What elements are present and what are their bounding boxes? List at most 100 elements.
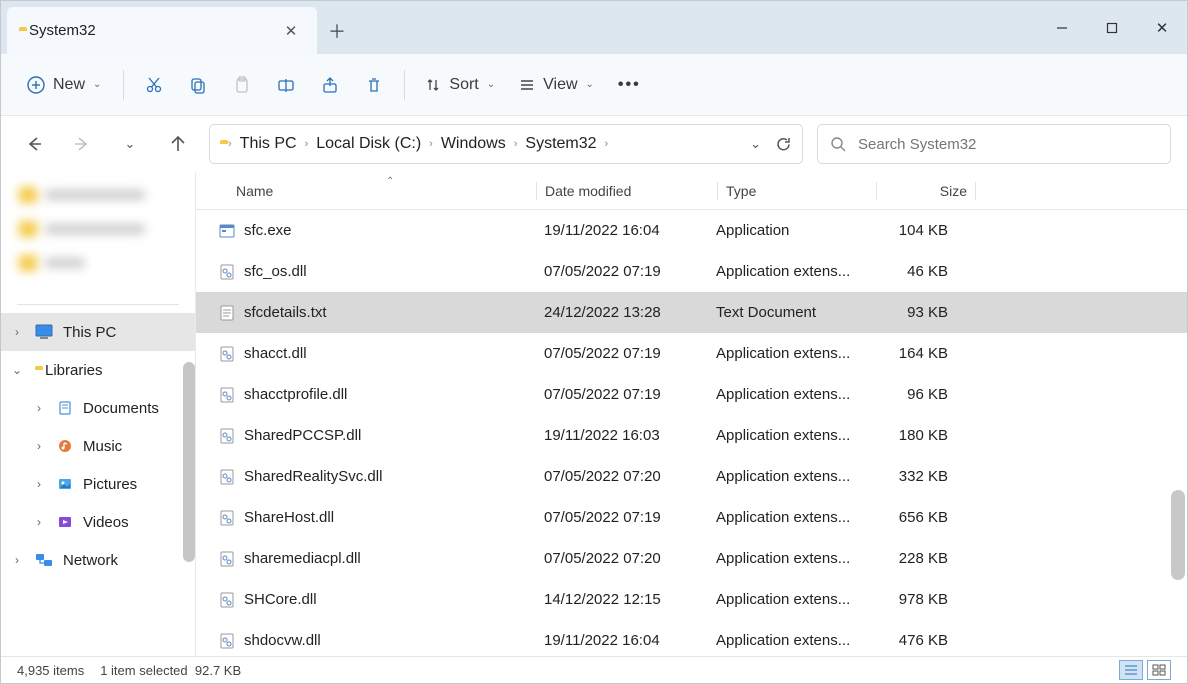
nav-this-pc[interactable]: › This PC <box>1 313 195 351</box>
title-bar: System32 ✕ ＋ ✕ <box>1 1 1187 54</box>
breadcrumb[interactable]: Local Disk (C:)› <box>316 135 433 153</box>
file-scrollbar[interactable] <box>1171 490 1185 580</box>
copy-button[interactable] <box>178 65 218 105</box>
file-name: sharemediacpl.dll <box>244 550 544 567</box>
sort-button[interactable]: Sort ⌄ <box>415 65 505 105</box>
column-header: ⌃ Name Date modified Type Size <box>196 172 1187 210</box>
file-type: Application extens... <box>716 345 866 362</box>
file-row[interactable]: ShareHost.dll07/05/2022 07:19Application… <box>196 497 1187 538</box>
nav-videos[interactable]: › Videos <box>1 503 195 541</box>
file-icon <box>216 261 238 283</box>
nav-music[interactable]: › Music <box>1 427 195 465</box>
file-type: Text Document <box>716 304 866 321</box>
file-list[interactable]: sfc.exe19/11/2022 16:04Application104 KB… <box>196 210 1187 656</box>
file-date: 07/05/2022 07:19 <box>544 263 716 280</box>
documents-icon <box>57 400 73 416</box>
search-input[interactable] <box>858 136 1158 153</box>
sort-label: Sort <box>449 76 478 94</box>
search-bar[interactable] <box>817 124 1171 164</box>
recent-button[interactable]: ⌄ <box>113 127 147 161</box>
chevron-down-icon[interactable]: ⌄ <box>9 363 25 377</box>
up-button[interactable] <box>161 127 195 161</box>
quick-access-blurred <box>1 176 195 296</box>
paste-button[interactable] <box>222 65 262 105</box>
file-date: 07/05/2022 07:19 <box>544 386 716 403</box>
nav-pictures[interactable]: › Pictures <box>1 465 195 503</box>
back-button[interactable] <box>17 127 51 161</box>
file-icon <box>216 302 238 324</box>
file-size: 93 KB <box>866 304 956 321</box>
chevron-right-icon[interactable]: › <box>9 325 25 339</box>
close-window-button[interactable]: ✕ <box>1137 1 1187 54</box>
address-row: ⌄ › This PC› Local Disk (C:)› Windows› S… <box>1 116 1187 172</box>
chevron-right-icon[interactable]: › <box>31 477 47 491</box>
chevron-right-icon[interactable]: › <box>31 401 47 415</box>
new-button[interactable]: New ⌄ <box>15 65 113 105</box>
pc-icon <box>35 324 53 340</box>
close-tab-button[interactable]: ✕ <box>277 17 305 45</box>
chevron-down-icon[interactable]: ⌄ <box>750 136 761 152</box>
nav-libraries[interactable]: ⌄ Libraries <box>1 351 195 389</box>
refresh-icon[interactable] <box>775 136 792 153</box>
minimize-button[interactable] <box>1037 1 1087 54</box>
share-button[interactable] <box>310 65 350 105</box>
tab-system32[interactable]: System32 ✕ <box>7 7 317 54</box>
file-size: 104 KB <box>866 222 956 239</box>
breadcrumb[interactable]: System32› <box>525 135 608 153</box>
breadcrumb[interactable]: Windows› <box>441 135 518 153</box>
chevron-right-icon[interactable]: › <box>31 515 47 529</box>
sort-indicator-icon: ⌃ <box>386 176 394 187</box>
chevron-right-icon[interactable]: › <box>31 439 47 453</box>
file-size: 164 KB <box>866 345 956 362</box>
column-size[interactable]: Size <box>885 183 975 199</box>
details-view-button[interactable] <box>1119 660 1143 680</box>
maximize-button[interactable] <box>1087 1 1137 54</box>
file-row[interactable]: shacct.dll07/05/2022 07:19Application ex… <box>196 333 1187 374</box>
delete-button[interactable] <box>354 65 394 105</box>
forward-button[interactable] <box>65 127 99 161</box>
window-controls: ✕ <box>1037 1 1187 54</box>
rename-button[interactable] <box>266 65 306 105</box>
nav-scrollbar[interactable] <box>183 362 195 562</box>
file-row[interactable]: sfcdetails.txt24/12/2022 13:28Text Docum… <box>196 292 1187 333</box>
chevron-right-icon: › <box>429 138 433 150</box>
list-icon <box>519 77 535 93</box>
file-date: 19/11/2022 16:04 <box>544 222 716 239</box>
file-size: 228 KB <box>866 550 956 567</box>
arrow-right-icon <box>73 135 91 153</box>
nav-documents[interactable]: › Documents <box>1 389 195 427</box>
scissors-icon <box>145 76 163 94</box>
thumb-view-button[interactable] <box>1147 660 1171 680</box>
file-row[interactable]: SHCore.dll14/12/2022 12:15Application ex… <box>196 579 1187 620</box>
new-tab-button[interactable]: ＋ <box>317 7 357 54</box>
arrow-left-icon <box>25 135 43 153</box>
nav-network[interactable]: › Network <box>1 541 195 579</box>
file-size: 978 KB <box>866 591 956 608</box>
column-date[interactable]: Date modified <box>545 183 717 199</box>
file-row[interactable]: shacctprofile.dll07/05/2022 07:19Applica… <box>196 374 1187 415</box>
file-name: sfc.exe <box>244 222 544 239</box>
view-button[interactable]: View ⌄ <box>509 65 604 105</box>
file-date: 19/11/2022 16:03 <box>544 427 716 444</box>
cut-button[interactable] <box>134 65 174 105</box>
file-row[interactable]: sharemediacpl.dll07/05/2022 07:20Applica… <box>196 538 1187 579</box>
breadcrumb[interactable]: This PC› <box>240 135 309 153</box>
file-row[interactable]: SharedPCCSP.dll19/11/2022 16:03Applicati… <box>196 415 1187 456</box>
share-icon <box>321 76 339 94</box>
file-row[interactable]: shdocvw.dll19/11/2022 16:04Application e… <box>196 620 1187 656</box>
list-icon <box>1124 664 1138 676</box>
file-name: ShareHost.dll <box>244 509 544 526</box>
column-type[interactable]: Type <box>726 183 876 199</box>
file-row[interactable]: sfc_os.dll07/05/2022 07:19Application ex… <box>196 251 1187 292</box>
new-label: New <box>53 76 85 94</box>
more-button[interactable]: ••• <box>608 65 651 105</box>
address-bar[interactable]: › This PC› Local Disk (C:)› Windows› Sys… <box>209 124 803 164</box>
file-type: Application <box>716 222 866 239</box>
chevron-right-icon[interactable]: › <box>9 553 25 567</box>
file-row[interactable]: SharedRealitySvc.dll07/05/2022 07:20Appl… <box>196 456 1187 497</box>
file-date: 07/05/2022 07:19 <box>544 345 716 362</box>
file-row[interactable]: sfc.exe19/11/2022 16:04Application104 KB <box>196 210 1187 251</box>
file-name: shdocvw.dll <box>244 632 544 649</box>
navigation-pane: › This PC ⌄ Libraries › Documents › Musi… <box>1 172 196 656</box>
file-size: 656 KB <box>866 509 956 526</box>
